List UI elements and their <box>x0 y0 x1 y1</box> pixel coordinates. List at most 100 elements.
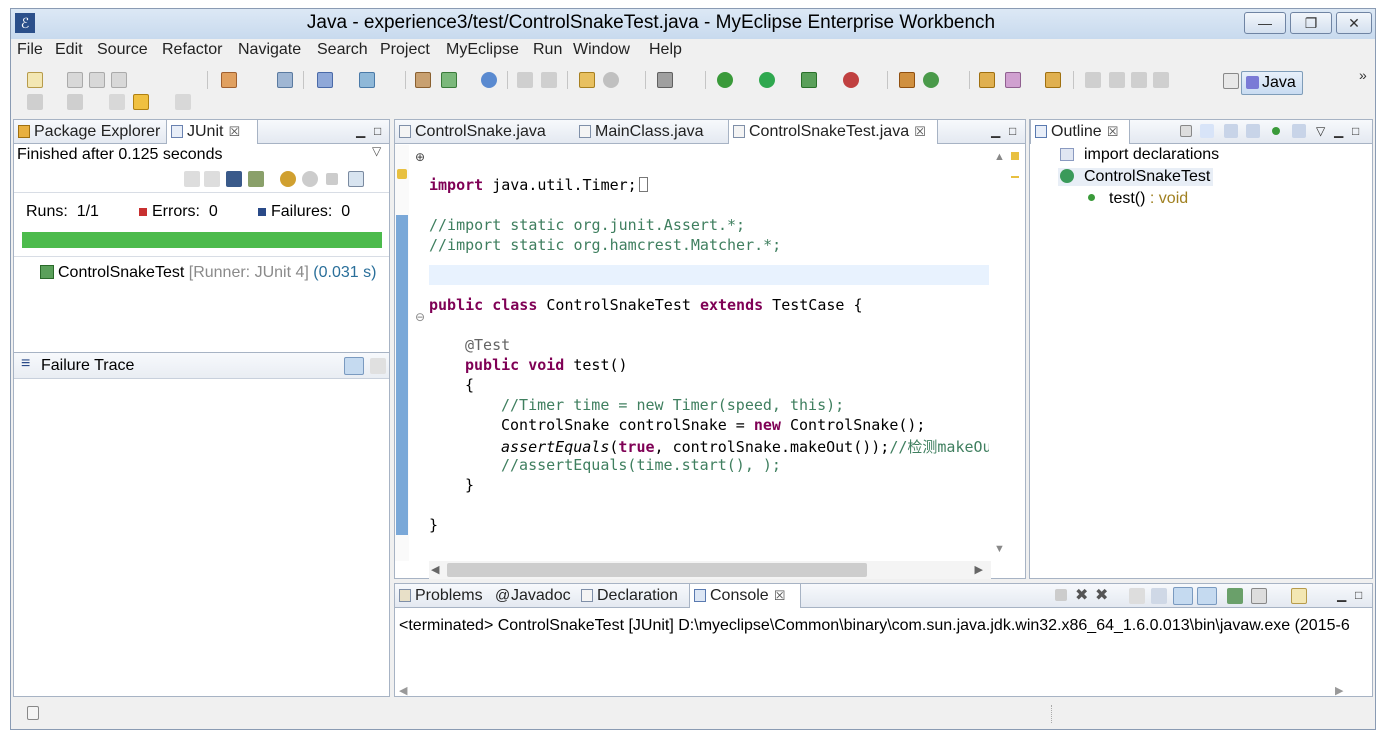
menu-edit[interactable]: Edit <box>55 41 83 59</box>
collapse-fold-icon[interactable]: ⊖ <box>415 310 425 324</box>
code-line-brace-close-outer[interactable]: } <box>429 516 438 534</box>
forward-icon[interactable] <box>175 94 191 110</box>
menu-search[interactable]: Search <box>317 41 368 59</box>
manage-deploy-icon[interactable] <box>415 72 431 88</box>
overview-warning-icon[interactable] <box>1011 152 1019 160</box>
new-jsp-icon[interactable] <box>441 72 457 88</box>
code-line-comment-3[interactable]: //Timer time = new Timer(speed, this); <box>501 396 844 414</box>
code-line-comment-2[interactable]: //import static org.hamcrest.Matcher.*; <box>429 236 781 254</box>
menu-navigate[interactable]: Navigate <box>238 41 301 59</box>
camera-icon[interactable] <box>657 72 673 88</box>
external-tools-icon[interactable] <box>843 72 859 88</box>
filter-stack-icon[interactable] <box>344 357 364 375</box>
menu-help[interactable]: Help <box>649 41 682 59</box>
more-perspectives-icon[interactable]: » <box>1359 67 1367 83</box>
tab-declaration[interactable]: Declaration <box>577 584 689 608</box>
scroll-lock-icon[interactable] <box>248 171 264 187</box>
code-line-annotation[interactable]: @Test <box>465 336 510 354</box>
test-history-icon[interactable] <box>348 171 364 187</box>
globe-icon[interactable] <box>603 72 619 88</box>
code-line-comment-1[interactable]: //import static org.junit.Assert.*; <box>429 216 745 234</box>
display-console-icon[interactable] <box>1251 588 1267 604</box>
code-line-import[interactable]: import java.util.Timer; <box>429 176 648 194</box>
open-resource-icon[interactable] <box>1045 72 1061 88</box>
code-line-method[interactable]: public void test() <box>465 356 628 374</box>
open-perspective-icon[interactable] <box>1223 73 1239 89</box>
close-window-button[interactable]: ✕ <box>1336 12 1372 34</box>
new-package-icon[interactable] <box>923 72 939 88</box>
menu-run[interactable]: Run <box>533 41 562 59</box>
menu-refactor[interactable]: Refactor <box>162 41 222 59</box>
hide-local-types-icon[interactable] <box>1292 124 1306 138</box>
vertical-scrollbar[interactable]: ▲ ▼ <box>991 145 1009 561</box>
tab-javadoc[interactable]: @ Javadoc <box>491 584 577 608</box>
new-file-icon[interactable] <box>27 72 43 88</box>
code-line-class[interactable]: public class ControlSnakeTest extends Te… <box>429 296 863 314</box>
show-failures-only-icon[interactable] <box>226 171 242 187</box>
back-icon[interactable] <box>133 94 149 110</box>
print-icon[interactable] <box>111 72 127 88</box>
java-perspective-button[interactable]: Java <box>1241 71 1303 95</box>
close-tab-icon[interactable]: ☒ <box>914 124 926 139</box>
pen-icon[interactable] <box>1005 72 1021 88</box>
minimize-view-icon[interactable]: ▁ <box>356 124 365 138</box>
tab-problems[interactable]: Problems <box>395 584 491 608</box>
hide-fields-icon[interactable] <box>1224 124 1238 138</box>
expand-fold-icon[interactable]: ⊕ <box>415 150 425 164</box>
open-type-icon[interactable] <box>579 72 595 88</box>
console-scroll-right-icon[interactable]: ▶ <box>1335 684 1343 697</box>
show-on-stderr-icon[interactable] <box>1197 587 1217 605</box>
tab-mainclass-java[interactable]: MainClass.java <box>575 120 727 144</box>
clear-console-icon[interactable] <box>1129 588 1145 604</box>
maximize-view-icon[interactable]: □ <box>1355 588 1362 602</box>
code-line-comment-4[interactable]: //assertEquals(time.start(), ); <box>501 456 781 474</box>
run-icon[interactable] <box>759 72 775 88</box>
open-folder-icon[interactable] <box>979 72 995 88</box>
overview-warning-mark[interactable] <box>1011 176 1019 178</box>
show-on-stdout-icon[interactable] <box>1173 587 1193 605</box>
tab-controlsnake-java[interactable]: ControlSnake.java <box>395 120 575 144</box>
console-scroll-left-icon[interactable]: ◀ <box>399 684 407 697</box>
next-failure-icon[interactable] <box>184 171 200 187</box>
maximize-view-icon[interactable]: □ <box>374 124 381 138</box>
view-menu-icon[interactable]: ▽ <box>372 144 381 158</box>
sort-icon[interactable] <box>1200 124 1214 138</box>
remove-all-launches-icon[interactable]: ✖ <box>1095 585 1108 605</box>
new-class-icon[interactable] <box>899 72 915 88</box>
test-tree-item[interactable]: ControlSnakeTest [Runner: JUnit 4] (0.03… <box>40 264 376 282</box>
new-project-icon[interactable] <box>317 72 333 88</box>
search-icon[interactable] <box>359 72 375 88</box>
run-config-icon[interactable] <box>801 72 817 88</box>
code-line-new-controlsnake[interactable]: ControlSnake controlSnake = new ControlS… <box>501 416 925 434</box>
tab-controlsnaketest-java[interactable]: ControlSnakeTest.java ☒ <box>728 120 938 144</box>
maximize-button[interactable]: ❐ <box>1290 12 1332 34</box>
rerun-test-icon[interactable] <box>280 171 296 187</box>
maximize-view-icon[interactable]: □ <box>1352 124 1359 138</box>
hide-static-icon[interactable] <box>1246 124 1260 138</box>
minimize-view-icon[interactable]: ▁ <box>991 124 1000 138</box>
close-tab-icon[interactable]: ☒ <box>228 124 240 139</box>
server-icon[interactable] <box>277 72 293 88</box>
warning-marker-icon[interactable] <box>397 169 407 179</box>
code-line-brace-open[interactable]: { <box>465 376 474 394</box>
fast-view-icon[interactable] <box>27 706 39 720</box>
view-menu-icon[interactable]: ▽ <box>1316 124 1325 138</box>
pin-console-icon[interactable] <box>1227 588 1243 604</box>
bug-icon[interactable] <box>717 72 733 88</box>
horizontal-scrollbar[interactable]: ◀ ▶ <box>429 561 991 579</box>
close-tab-icon[interactable]: ☒ <box>1107 124 1119 139</box>
tab-console[interactable]: Console ☒ <box>689 584 801 608</box>
outline-item-method[interactable]: test() : void <box>1088 190 1188 208</box>
collapse-all-icon[interactable] <box>1180 125 1192 137</box>
last-edit-icon[interactable] <box>109 94 125 110</box>
menu-source[interactable]: Source <box>97 41 148 59</box>
minimize-view-icon[interactable]: ▁ <box>1337 588 1346 602</box>
open-console-icon[interactable] <box>1291 588 1307 604</box>
minimize-button[interactable]: — <box>1244 12 1286 34</box>
remove-launch-icon[interactable]: ✖ <box>1075 585 1088 605</box>
maximize-view-icon[interactable]: □ <box>1009 124 1016 138</box>
tab-junit[interactable]: JUnit ☒ <box>166 120 258 144</box>
previous-failure-icon[interactable] <box>204 171 220 187</box>
previous-annotation-icon[interactable] <box>67 94 83 110</box>
menu-file[interactable]: File <box>17 41 43 59</box>
